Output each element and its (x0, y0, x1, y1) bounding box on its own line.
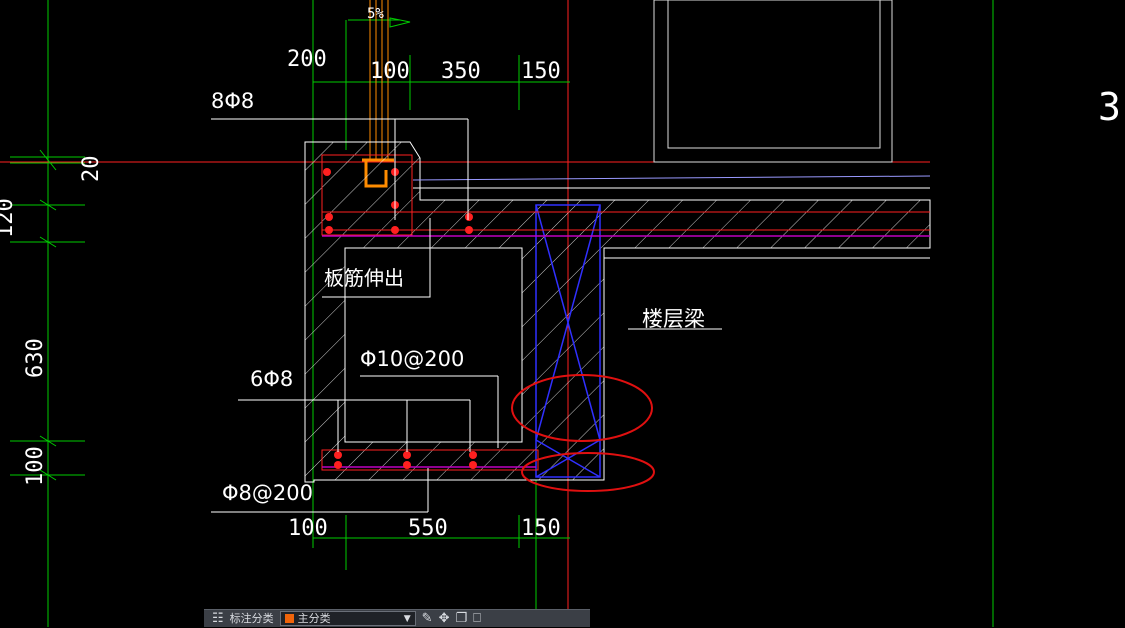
dim-top-100: 100 (370, 59, 410, 84)
callout-slab-extend: 板筋伸出 (324, 266, 404, 290)
annotation-toolbar: ☷ 标注分类 主分类 ▼ ✎ ✥ ❐ ⎕ (204, 609, 590, 627)
dim-left-20: 20 (79, 156, 104, 183)
layer-label: 标注分类 (229, 611, 274, 625)
dim-bottom-150: 150 (521, 516, 561, 541)
dim-top-200: 200 (287, 47, 327, 72)
callout-bottom-dist: Φ8@200 (222, 481, 313, 505)
bottom-dimension-lines (312, 480, 570, 627)
slope-label: 5% (367, 6, 384, 22)
top-dimension-lines (312, 19, 570, 150)
delete-icon[interactable]: ⎕ (473, 610, 481, 628)
slope-arrow (389, 17, 411, 28)
callout-top-rebar: 8Φ8 (211, 89, 254, 113)
move-icon[interactable]: ✥ (439, 610, 450, 628)
concrete-section (304, 141, 931, 483)
callout-stirrup: Φ10@200 (360, 347, 464, 371)
dim-left-630: 630 (23, 338, 48, 378)
cad-drawing-canvas[interactable]: 5% 200 100 350 150 100 550 150 20 120 63… (0, 0, 1125, 627)
grid-mark-3: 3 (1098, 85, 1121, 129)
layer-color-swatch (284, 614, 294, 623)
dim-left-120: 120 (0, 198, 18, 238)
layer-select-value: 主分类 (297, 611, 331, 625)
dim-left-100: 100 (23, 446, 48, 486)
dim-top-350: 350 (441, 59, 481, 84)
dim-top-150: 150 (521, 59, 561, 84)
dim-bottom-550: 550 (408, 516, 448, 541)
copy-icon[interactable]: ❐ (455, 610, 467, 628)
edit-icon[interactable]: ✎ (422, 610, 433, 628)
layer-select[interactable]: 主分类 ▼ (279, 611, 416, 626)
callout-beam: 楼层梁 (642, 307, 705, 331)
chevron-down-icon: ▼ (403, 613, 411, 624)
callout-bottom-bars: 6Φ8 (250, 367, 293, 391)
dim-bottom-100: 100 (288, 516, 328, 541)
upper-frame (653, 0, 893, 163)
layers-icon[interactable]: ☷ (212, 610, 224, 628)
